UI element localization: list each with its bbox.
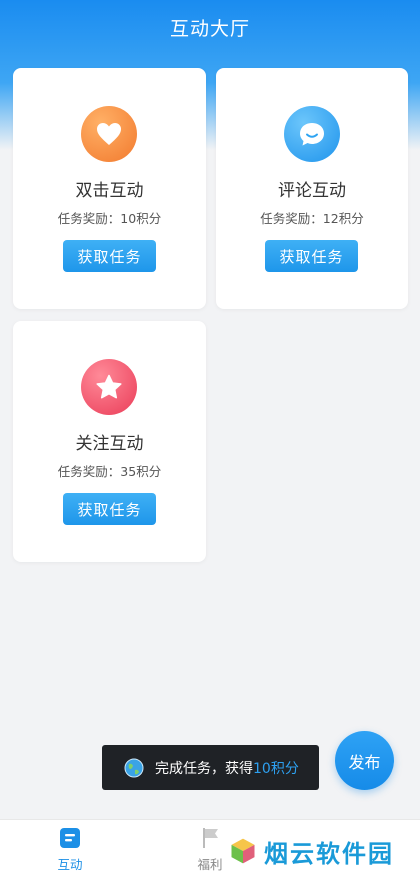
comment-icon (284, 106, 340, 162)
get-task-button[interactable]: 获取任务 (265, 240, 358, 272)
globe-icon (124, 758, 144, 777)
get-task-button[interactable]: 获取任务 (63, 240, 156, 272)
get-task-button[interactable]: 获取任务 (63, 493, 156, 525)
card-title: 评论互动 (278, 181, 346, 201)
toast-message: 完成任务，获得 10积分 (102, 745, 319, 790)
task-card-double-tap: 双击互动 任务奖励：10积分 获取任务 (13, 68, 206, 309)
page-title: 互动大厅 (169, 18, 250, 40)
star-icon (81, 359, 137, 415)
card-reward: 任务奖励：35积分 (57, 464, 162, 479)
toast-text: 完成任务，获得 (155, 760, 253, 777)
cube-logo-icon (230, 837, 256, 865)
watermark-text: 烟云软件园 (264, 839, 394, 868)
tab-label: 互动 (57, 857, 83, 872)
task-card-comment: 评论互动 任务奖励：12积分 获取任务 (216, 68, 408, 309)
flag-icon (203, 828, 218, 848)
publish-button[interactable]: 发布 (335, 731, 394, 790)
task-card-follow: 关注互动 任务奖励：35积分 获取任务 (13, 321, 206, 562)
card-title: 双击互动 (75, 181, 144, 201)
card-reward: 任务奖励：10积分 (57, 211, 162, 226)
toast-highlight: 10积分 (253, 760, 299, 777)
watermark: 烟云软件园 (228, 833, 394, 869)
heart-icon (81, 106, 137, 162)
card-reward: 任务奖励：12积分 (260, 211, 364, 226)
tab-interact[interactable]: 互动 (40, 826, 100, 873)
tab-label: 福利 (197, 857, 223, 872)
card-title: 关注互动 (75, 434, 144, 454)
interact-icon (60, 828, 80, 848)
